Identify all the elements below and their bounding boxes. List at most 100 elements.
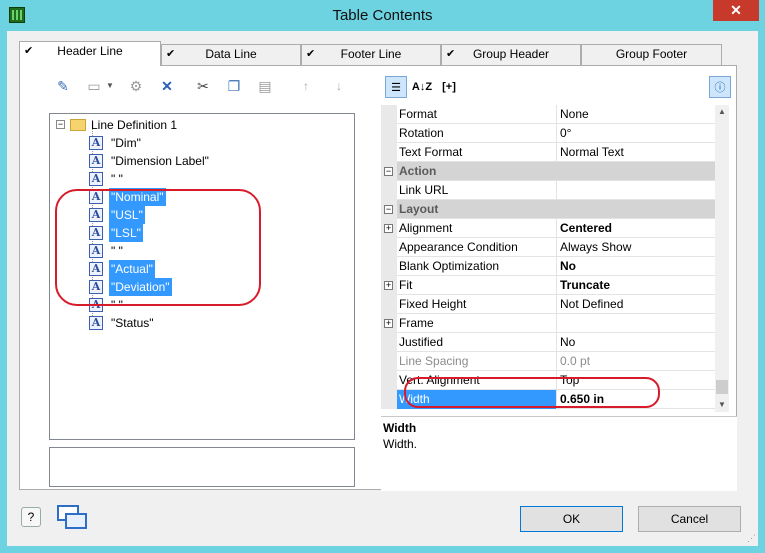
property-value[interactable]: Normal Text: [558, 143, 715, 162]
property-row[interactable]: Blank Optimization No: [381, 257, 715, 276]
wizard-icon[interactable]: ✎: [53, 76, 73, 96]
property-value[interactable]: 0.0 pt: [558, 352, 715, 371]
property-value[interactable]: Not Defined: [558, 295, 715, 314]
tab-label: Header Line: [57, 44, 123, 58]
window-front-shape: [65, 513, 87, 529]
property-value[interactable]: No: [558, 257, 715, 276]
vertical-scrollbar[interactable]: ▲ ▼: [715, 105, 729, 412]
property-value[interactable]: None: [558, 105, 715, 124]
property-category[interactable]: − Layout: [381, 200, 715, 219]
scroll-thumb[interactable]: [716, 380, 728, 394]
property-row[interactable]: Justified No: [381, 333, 715, 352]
help-button[interactable]: ?: [21, 507, 41, 527]
property-name: Link URL: [397, 181, 557, 200]
copy-icon[interactable]: ❐: [224, 76, 244, 96]
property-name: Fit: [397, 276, 557, 295]
tab-data-line[interactable]: ✔ Data Line: [161, 44, 301, 65]
property-name: Appearance Condition: [397, 238, 557, 257]
expand-all-icon[interactable]: [+]: [436, 76, 462, 98]
text-field-icon: A: [89, 316, 103, 330]
property-value[interactable]: Truncate: [558, 276, 715, 295]
tab-header-line[interactable]: ✔ Header Line: [19, 41, 161, 66]
tree-item-label: "Status": [111, 316, 154, 330]
property-row[interactable]: Link URL: [381, 181, 715, 200]
scroll-up-icon[interactable]: ▲: [715, 105, 729, 119]
ok-button[interactable]: OK: [520, 506, 623, 532]
property-value[interactable]: [558, 181, 715, 200]
expand-icon[interactable]: +: [384, 319, 393, 328]
cut-icon[interactable]: ✂: [193, 76, 213, 96]
property-row[interactable]: Line Spacing 0.0 pt: [381, 352, 715, 371]
sort-alpha-icon[interactable]: A↓Z: [411, 76, 433, 98]
row-margin: [381, 257, 397, 276]
property-row[interactable]: Fixed Height Not Defined: [381, 295, 715, 314]
description-panel: Width Width.: [381, 416, 737, 491]
check-icon: ✔: [446, 48, 456, 60]
property-name: Justified: [397, 333, 557, 352]
collapse-icon[interactable]: −: [56, 120, 65, 129]
property-toolbar: ☰ A↓Z [+] ⓘ: [381, 76, 731, 100]
row-margin: [381, 295, 397, 314]
property-name: Blank Optimization: [397, 257, 557, 276]
property-row[interactable]: Appearance Condition Always Show: [381, 238, 715, 257]
move-up-icon[interactable]: ↑: [296, 76, 316, 96]
highlight-annotation: [55, 189, 261, 306]
row-margin: [381, 143, 397, 162]
row-margin: [381, 352, 397, 371]
property-row[interactable]: + Alignment Centered: [381, 219, 715, 238]
dialog-client: ✔ Header Line ✔ Data Line ✔ Footer Line …: [7, 31, 758, 546]
property-value[interactable]: [558, 314, 715, 333]
property-value[interactable]: Centered: [558, 219, 715, 238]
collapse-icon[interactable]: −: [384, 205, 393, 214]
info-icon[interactable]: ⓘ: [709, 76, 731, 98]
property-row[interactable]: + Frame: [381, 314, 715, 333]
property-row[interactable]: + Fit Truncate: [381, 276, 715, 295]
tree-root-label: Line Definition 1: [91, 118, 178, 132]
tab-label: Data Line: [205, 47, 257, 61]
expand-icon[interactable]: +: [384, 281, 393, 290]
category-label: Action: [399, 164, 437, 178]
check-icon: ✔: [166, 48, 176, 60]
tab-group-header[interactable]: ✔ Group Header: [441, 44, 581, 65]
resize-grip-icon[interactable]: ⋰: [747, 533, 756, 544]
dropdown-arrow-icon[interactable]: ▼: [100, 76, 120, 96]
property-value[interactable]: 0°: [558, 124, 715, 143]
property-value[interactable]: No: [558, 333, 715, 352]
cancel-button[interactable]: Cancel: [638, 506, 741, 532]
properties-icon[interactable]: ⚙: [126, 76, 146, 96]
property-value[interactable]: Always Show: [558, 238, 715, 257]
categorized-view-icon[interactable]: ☰: [385, 76, 407, 98]
delete-icon[interactable]: ✕: [157, 76, 177, 96]
row-margin: [381, 124, 397, 143]
property-name: Rotation: [397, 124, 557, 143]
row-margin: +: [381, 276, 397, 295]
text-field-icon: A: [89, 154, 103, 168]
property-row[interactable]: Text Format Normal Text: [381, 143, 715, 162]
collapse-icon[interactable]: −: [384, 167, 393, 176]
check-icon: ✔: [24, 45, 34, 57]
property-grid[interactable]: Width 0.650 in Vert. Alignment Top Line Spac…: [381, 105, 729, 412]
description-text: Width.: [383, 437, 418, 451]
property-name: Line Spacing: [397, 352, 557, 371]
folder-icon: [70, 119, 86, 131]
property-row[interactable]: Rotation 0°: [381, 124, 715, 143]
text-field-icon: A: [89, 172, 103, 186]
text-field-icon: A: [89, 136, 103, 150]
move-down-icon[interactable]: ↓: [329, 76, 349, 96]
paste-icon[interactable]: ▤: [255, 76, 275, 96]
property-category[interactable]: − Action: [381, 162, 715, 181]
tab-label: Group Footer: [615, 47, 688, 61]
tab-footer-line[interactable]: ✔ Footer Line: [301, 44, 441, 65]
tab-group-footer[interactable]: Group Footer: [581, 44, 722, 65]
scroll-down-icon[interactable]: ▼: [715, 398, 729, 412]
check-icon: ✔: [306, 48, 316, 60]
row-margin: [381, 371, 397, 390]
title-bar: Table Contents ✕: [0, 0, 765, 31]
property-name: Format: [397, 105, 557, 124]
property-row[interactable]: Format None: [381, 105, 715, 124]
tab-label: Footer Line: [340, 47, 402, 61]
expand-icon[interactable]: +: [384, 224, 393, 233]
window-layout-icon[interactable]: [57, 505, 89, 531]
close-button[interactable]: ✕: [713, 0, 759, 21]
row-margin: −: [381, 162, 397, 181]
